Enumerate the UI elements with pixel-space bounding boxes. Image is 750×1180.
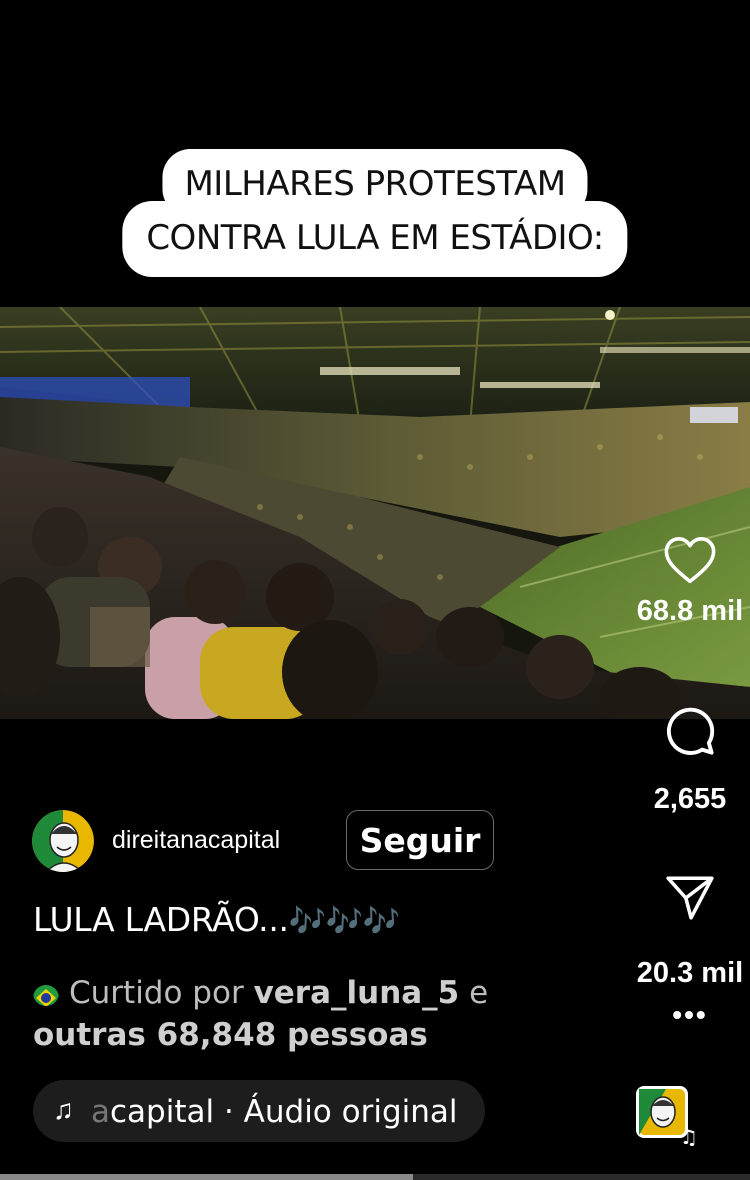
comment-action[interactable]: 2,655 — [630, 705, 750, 816]
audio-pill[interactable]: ♫ acapital · Áudio original — [33, 1080, 485, 1142]
brazil-flag-icon — [33, 980, 59, 1006]
heart-icon[interactable] — [663, 535, 717, 585]
video-frame[interactable] — [0, 307, 750, 719]
post-caption[interactable]: LULA LADRÃO...🎶🎶🎶 — [33, 900, 400, 939]
share-action[interactable]: 20.3 mil — [630, 875, 750, 990]
stadium-crowd-image — [0, 307, 750, 719]
liked-by[interactable]: Curtido por vera_luna_5 e outras 68,848 … — [33, 972, 553, 1056]
like-count: 68.8 mil — [636, 595, 744, 627]
comment-count: 2,655 — [653, 783, 727, 815]
audio-scroll-prefix: a — [91, 1094, 110, 1130]
liked-by-prefix: Curtido por — [69, 975, 244, 1011]
caption-emoji: 🎶🎶🎶 — [288, 904, 400, 939]
audio-label: capital · Áudio original — [110, 1094, 458, 1130]
overlay-caption: MILHARES PROTESTAM CONTRA LULA EM ESTÁDI… — [0, 145, 750, 285]
like-action[interactable]: 68.8 mil — [630, 535, 750, 628]
post-author-row: direitanacapital Seguir — [32, 808, 512, 872]
more-options-icon[interactable]: ••• — [670, 1001, 710, 1029]
audio-cover-avatar: ♫ — [636, 1086, 698, 1149]
audio-thumbnail[interactable]: ♫ — [636, 1086, 698, 1149]
username[interactable]: direitanacapital — [112, 826, 280, 855]
liked-by-user[interactable]: vera_luna_5 — [254, 975, 460, 1011]
video-progress-bar[interactable] — [0, 1174, 750, 1180]
music-note-icon: ♫ — [53, 1094, 74, 1125]
liked-by-joiner: e — [469, 975, 489, 1011]
caption-text: LULA LADRÃO... — [33, 900, 289, 939]
send-icon[interactable] — [665, 875, 715, 921]
avatar[interactable] — [32, 810, 94, 872]
follow-button[interactable]: Seguir — [346, 810, 494, 870]
share-count: 20.3 mil — [636, 957, 744, 989]
liked-by-others[interactable]: outras 68,848 pessoas — [33, 1017, 428, 1053]
overlay-caption-line-2: CONTRA LULA EM ESTÁDIO: — [122, 201, 628, 277]
video-progress-fill — [0, 1174, 413, 1180]
comment-icon[interactable] — [663, 705, 717, 757]
music-note-icon: ♫ — [680, 1125, 696, 1146]
